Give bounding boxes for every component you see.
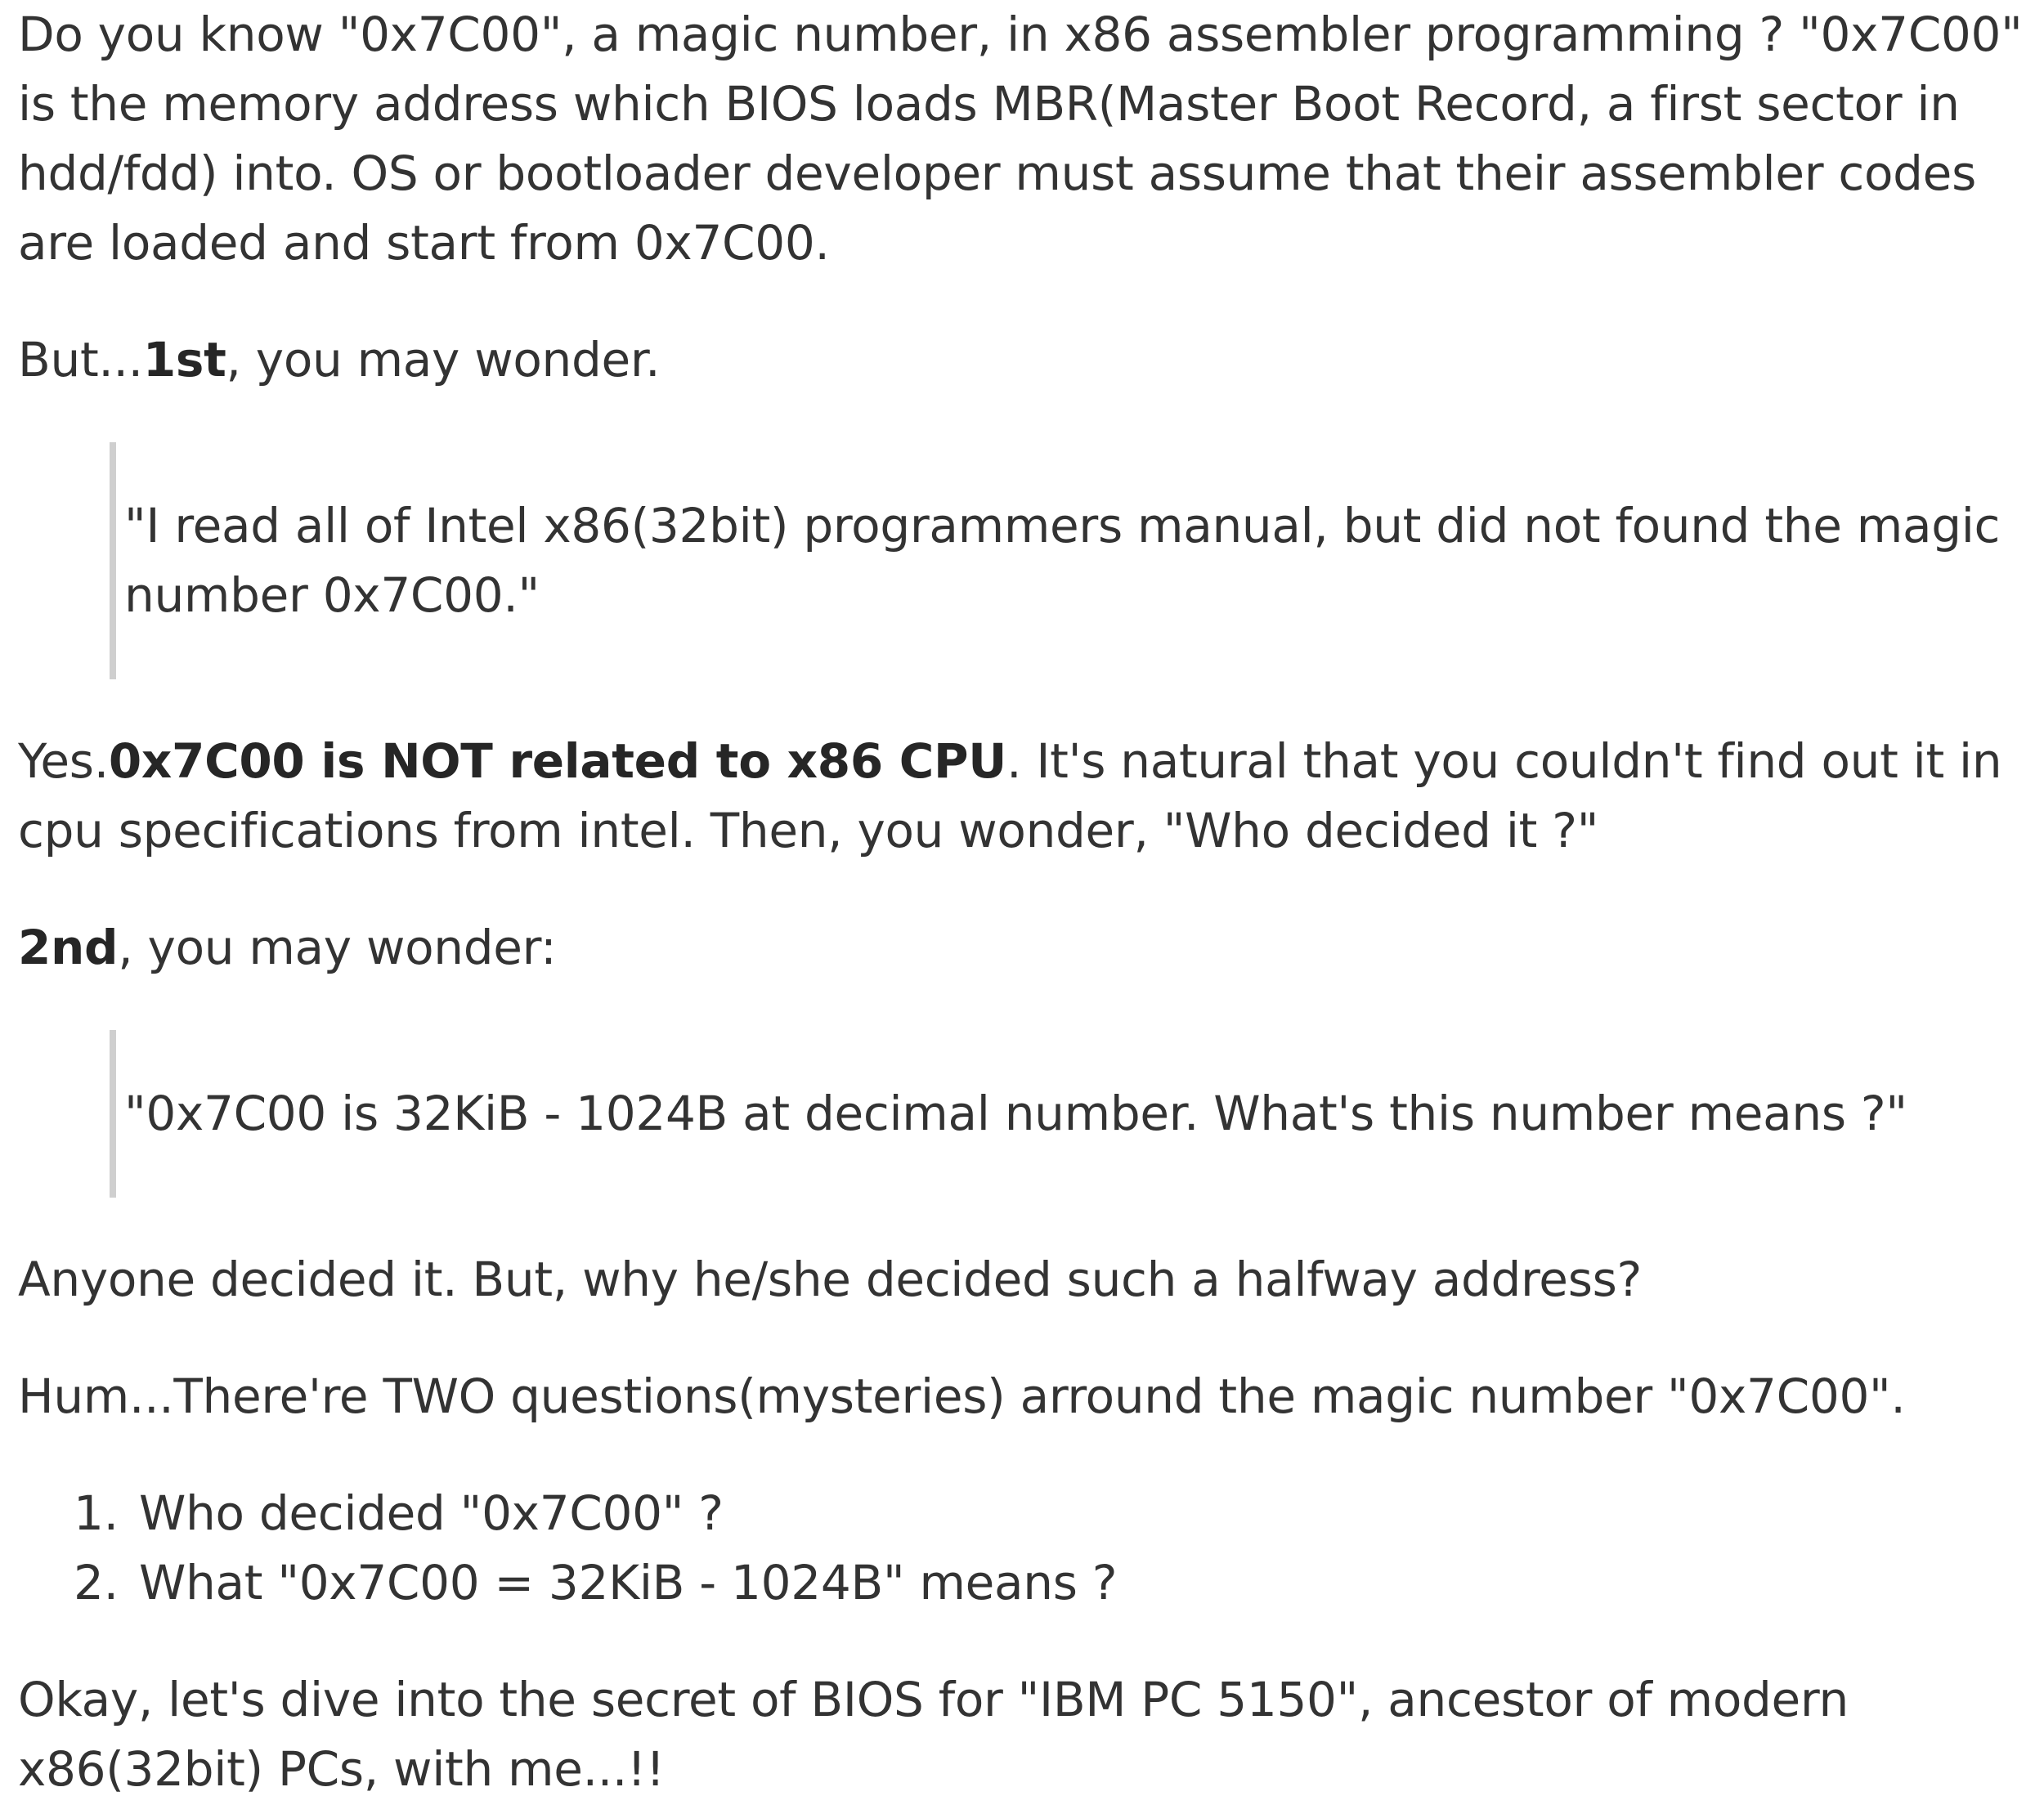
first-suffix: , you may wonder. [226,332,661,387]
list-item-number: 1. [74,1485,119,1541]
list-item-text: What "0x7C00 = 32KiB - 1024B" means ? [139,1555,1118,1610]
answer-paragraph: Yes.0x7C00 is NOT related to x86 CPU. It… [18,727,2037,866]
first-prefix: But... [18,332,143,387]
blockquote-second: "0x7C00 is 32KiB - 1024B at decimal numb… [110,1030,2037,1198]
list-item: 1. Who decided "0x7C00" ? [74,1479,2037,1548]
second-wonder-paragraph: 2nd, you may wonder: [18,913,2037,983]
first-wonder-paragraph: But...1st, you may wonder. [18,325,2037,395]
answer-bold: 0x7C00 is NOT related to x86 CPU [108,733,1007,789]
answer-prefix: Yes. [18,733,109,789]
blockquote-first: "I read all of Intel x86(32bit) programm… [110,442,2037,679]
outro-paragraph: Okay, let's dive into the secret of BIOS… [18,1672,1849,1797]
blockquote-second-text: "0x7C00 is 32KiB - 1024B at decimal numb… [124,1086,1907,1141]
halfway-paragraph: Anyone decided it. But, why he/she decid… [18,1252,1643,1307]
mysteries-paragraph: Hum...There're TWO questions(mysteries) … [18,1368,1906,1424]
list-item-text: Who decided "0x7C00" ? [139,1485,724,1541]
blockquote-first-text: "I read all of Intel x86(32bit) programm… [124,498,2001,623]
second-bold: 2nd [18,920,119,975]
list-item-number: 2. [74,1555,119,1610]
article-body: Do you know "0x7C00", a magic number, in… [18,0,2037,1804]
questions-list: 1. Who decided "0x7C00" ? 2. What "0x7C0… [18,1479,2037,1618]
list-item: 2. What "0x7C00 = 32KiB - 1024B" means ? [74,1548,2037,1618]
first-bold: 1st [142,332,226,387]
second-suffix: , you may wonder: [118,920,557,975]
intro-paragraph: Do you know "0x7C00", a magic number, in… [18,7,2023,271]
